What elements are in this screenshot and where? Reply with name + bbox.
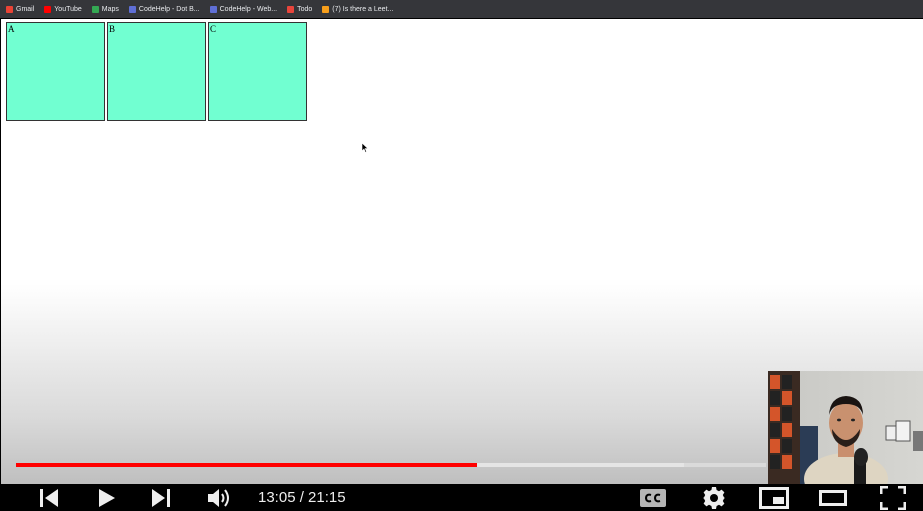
- previous-icon: [40, 488, 58, 507]
- theater-mode-button[interactable]: [818, 484, 848, 511]
- mouse-cursor-icon: [362, 143, 369, 153]
- bookmarks-bar: Gmail YouTube Maps CodeHelp - Dot B... CodeH…: [0, 0, 923, 18]
- time-display: 13:05 / 21:15: [258, 489, 346, 506]
- bookmark-item[interactable]: YouTube: [44, 5, 82, 13]
- played-progress: [16, 463, 478, 467]
- bookmark-item[interactable]: Maps: [91, 5, 119, 13]
- progress-bar[interactable]: [16, 463, 766, 467]
- next-button[interactable]: [148, 484, 174, 511]
- box-c-label: C: [210, 24, 217, 34]
- box-a: A: [6, 22, 105, 121]
- box-b: B: [107, 22, 206, 121]
- settings-icon: [703, 486, 725, 509]
- cc-icon: [640, 488, 666, 507]
- box-c: C: [208, 22, 307, 121]
- captions-button[interactable]: [638, 484, 668, 511]
- settings-button[interactable]: [700, 484, 728, 511]
- miniplayer-icon: [759, 486, 789, 509]
- codehelp-icon: [128, 5, 136, 13]
- volume-button[interactable]: [206, 484, 234, 511]
- gmail-icon: [6, 5, 13, 13]
- todo-icon: [287, 5, 295, 13]
- bookmark-item[interactable]: (7) Is there a Leet...: [322, 5, 394, 13]
- bookmark-label: YouTube: [54, 5, 82, 13]
- bookmark-item[interactable]: CodeHelp - Web...: [209, 5, 278, 13]
- bookmark-label: CodeHelp - Web...: [219, 5, 278, 13]
- bookmark-item[interactable]: Todo: [287, 5, 313, 13]
- leetcode-icon: [322, 5, 330, 13]
- fullscreen-icon: [880, 485, 906, 510]
- volume-icon: [208, 488, 229, 507]
- bookmark-label: (7) Is there a Leet...: [332, 5, 394, 13]
- play-button[interactable]: [94, 484, 120, 511]
- play-icon: [99, 488, 115, 507]
- theater-icon: [819, 489, 847, 506]
- player-controls: 13:05 / 21:15: [0, 484, 923, 511]
- previous-button[interactable]: [36, 484, 62, 511]
- bookmark-item[interactable]: Gmail: [6, 5, 35, 13]
- fullscreen-button[interactable]: [878, 484, 908, 511]
- box-b-label: B: [109, 24, 116, 34]
- maps-icon: [91, 5, 99, 13]
- miniplayer-button[interactable]: [758, 484, 790, 511]
- bookmark-label: Todo: [297, 5, 313, 13]
- youtube-icon: [44, 5, 52, 13]
- bookmark-item[interactable]: CodeHelp - Dot B...: [128, 5, 200, 13]
- box-a-label: A: [8, 24, 15, 34]
- presenter-image: [768, 371, 923, 489]
- bookmark-label: Gmail: [16, 5, 35, 13]
- bookmark-label: CodeHelp - Dot B...: [138, 5, 200, 13]
- bookmark-label: Maps: [101, 5, 119, 13]
- next-icon: [152, 488, 170, 507]
- codehelp-icon: [209, 5, 217, 13]
- webcam-overlay: [768, 371, 923, 489]
